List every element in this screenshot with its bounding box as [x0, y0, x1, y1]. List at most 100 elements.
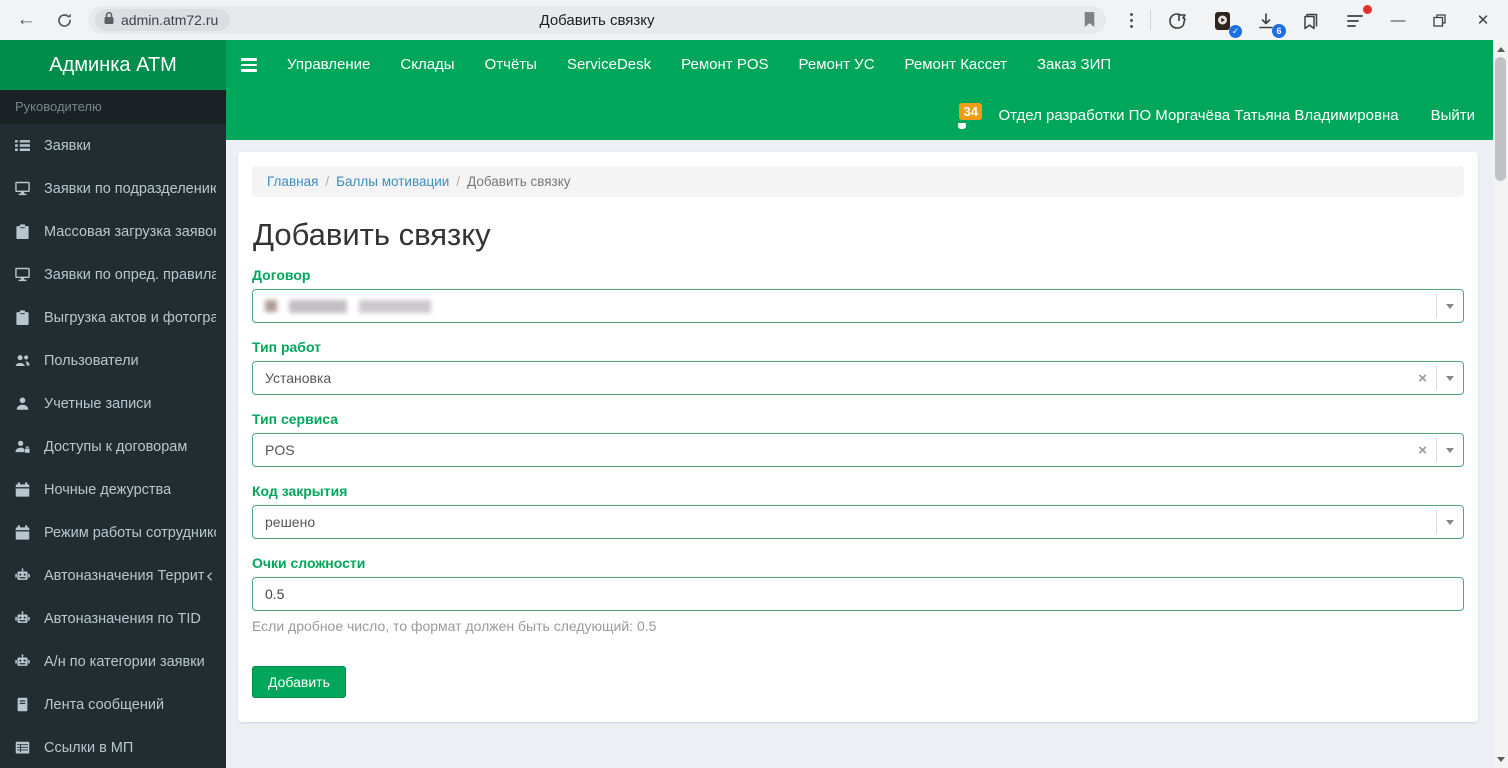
browser-menu-icon[interactable] [1342, 5, 1372, 34]
clipboard-icon [15, 310, 35, 326]
sidebar-item[interactable]: Ссылки в МП [0, 726, 226, 768]
video-extension-icon[interactable]: ✓ [1210, 8, 1242, 38]
sidebar-item-label: Учетные записи [44, 395, 152, 412]
tip-servisa-select[interactable]: POS × [252, 433, 1464, 467]
field-help-text: Если дробное число, то формат должен быт… [252, 618, 657, 634]
clear-icon[interactable]: × [1409, 370, 1436, 387]
nav-item-1[interactable]: Управление [272, 40, 385, 90]
omnibox[interactable]: admin.atm72.ru Добавить связку [88, 6, 1106, 34]
sidebar-item-label: Режим работы сотрудников [44, 524, 216, 541]
sidebar-item-label: А/н по категории заявки [44, 653, 205, 670]
sidebar-item[interactable]: Режим работы сотрудников [0, 511, 226, 554]
content-area: Главная / Баллы мотивации / Добавить связку … [226, 140, 1493, 768]
sidebar-item-label: Автоназначения Террит. [44, 567, 205, 584]
sidebar-item-label: Заявки [44, 137, 91, 154]
scroll-down-arrow[interactable] [1493, 752, 1508, 766]
nav-item-6[interactable]: Ремонт УС [784, 40, 890, 90]
table-icon [15, 740, 35, 756]
user-icon [15, 396, 35, 412]
bookmark-flag-icon[interactable] [1083, 11, 1096, 28]
clear-icon[interactable]: × [1409, 442, 1436, 459]
content-panel: Главная / Баллы мотивации / Добавить связку … [238, 152, 1478, 722]
sidebar-item[interactable]: Заявки [0, 124, 226, 167]
sidebar-item[interactable]: Учетные записи [0, 382, 226, 425]
sidebar-item-label: Выгрузка актов и фотографий [44, 309, 216, 326]
tip-rabot-select[interactable]: Установка × [252, 361, 1464, 395]
logout-link[interactable]: Выйти [1431, 107, 1475, 124]
sidebar-item-label: Заявки по опред. правилам [44, 266, 216, 283]
nav-item-2[interactable]: Склады [385, 40, 469, 90]
form-group: Код закрытия решено [252, 483, 1464, 539]
selected-value: решено [265, 514, 316, 530]
sidebar-item[interactable]: Выгрузка актов и фотографий [0, 296, 226, 339]
submit-button[interactable]: Добавить [252, 666, 346, 698]
field-label: Договор [252, 267, 311, 283]
robot-icon [15, 568, 35, 584]
nav-item-5[interactable]: Ремонт POS [666, 40, 783, 90]
nav-item-4[interactable]: ServiceDesk [552, 40, 666, 90]
downloads-icon[interactable]: 6 [1253, 8, 1286, 38]
monitor-icon [15, 181, 35, 197]
restore-icon[interactable] [1424, 6, 1454, 34]
sidebar-item-label: Пользователи [44, 352, 139, 369]
top-navbar: Управление Склады Отчёты ServiceDesk Ремонт … [226, 40, 1493, 140]
refresh-icon[interactable] [52, 8, 76, 32]
users-icon [15, 353, 35, 369]
form-group: Тип работ Установка × [252, 339, 1464, 395]
sidebar-item[interactable]: Массовая загрузка заявок [0, 210, 226, 253]
dogovor-select[interactable] [252, 289, 1464, 323]
scroll-up-arrow[interactable] [1493, 42, 1508, 56]
clipboard-icon [15, 224, 35, 240]
extension-check-badge: ✓ [1229, 25, 1242, 38]
kebab-menu-icon[interactable] [1124, 10, 1138, 30]
downloads-count-badge: 6 [1272, 24, 1286, 38]
kod-zakrytiya-select[interactable]: решено [252, 505, 1464, 539]
field-label: Тип сервиса [252, 411, 339, 427]
sidebar-item[interactable]: Заявки по подразделению [0, 167, 226, 210]
user-menu[interactable]: Отдел разработки ПО Моргачёва Татьяна Вл… [998, 107, 1398, 124]
sidebar-item[interactable]: Заявки по опред. правилам [0, 253, 226, 296]
menu-notification-dot [1363, 5, 1372, 14]
sidebar-item[interactable]: Пользователи [0, 339, 226, 382]
sidebar-item[interactable]: Лента сообщений [0, 683, 226, 726]
sidebar-item[interactable]: Доступы к договорам [0, 425, 226, 468]
ochki-slozhnosti-input[interactable] [252, 577, 1464, 611]
page-title: Добавить связку [253, 217, 491, 252]
breadcrumb-separator: / [456, 174, 461, 189]
brand-logo[interactable]: Админка АТМ [0, 40, 226, 90]
selected-value: POS [265, 442, 295, 458]
field-label: Код закрытия [252, 483, 348, 499]
nav-item-7[interactable]: Ремонт Кассет [890, 40, 1022, 90]
sidebar-item-label: Массовая загрузка заявок [44, 223, 216, 240]
selected-value: Установка [265, 370, 332, 386]
sidebar-item-label: Ночные дежурства [44, 481, 172, 498]
page-scrollbar[interactable] [1493, 40, 1508, 768]
calendar-icon [15, 482, 35, 498]
nav-item-3[interactable]: Отчёты [470, 40, 552, 90]
dropdown-arrow-icon[interactable] [1436, 438, 1463, 462]
monitor-icon [15, 267, 35, 283]
breadcrumb-link[interactable]: Баллы мотивации [336, 174, 449, 189]
minimize-icon[interactable]: — [1383, 6, 1413, 34]
notifications-badge: 34 [959, 103, 982, 120]
journal-icon [15, 697, 35, 713]
sidebar-item[interactable]: Автоназначения по TID [0, 597, 226, 640]
dropdown-arrow-icon[interactable] [1436, 366, 1463, 390]
sidebar-item[interactable]: Автоназначения Террит. [0, 554, 226, 597]
breadcrumb-link[interactable]: Главная [267, 174, 318, 189]
dropdown-arrow-icon[interactable] [1436, 510, 1463, 534]
dropdown-arrow-icon[interactable] [1436, 294, 1463, 318]
scrollbar-thumb[interactable] [1495, 57, 1506, 181]
sidebar-item[interactable]: Ночные дежурства [0, 468, 226, 511]
sidebar-toggle-icon[interactable] [226, 40, 272, 90]
bookmarks-collections-icon[interactable] [1298, 8, 1324, 34]
sidebar: Руководителю Заявки Заявки по подразделен… [0, 90, 226, 768]
back-icon[interactable]: ← [12, 6, 40, 34]
sidebar-item[interactable]: А/н по категории заявки [0, 640, 226, 683]
chevron-left-icon [204, 570, 216, 582]
close-icon[interactable]: ✕ [1468, 6, 1498, 34]
nav-item-8[interactable]: Заказ ЗИП [1022, 40, 1126, 90]
extension-icon[interactable] [1165, 8, 1191, 34]
field-label: Очки сложности [252, 555, 366, 571]
notifications-button[interactable]: 34 [956, 103, 982, 129]
